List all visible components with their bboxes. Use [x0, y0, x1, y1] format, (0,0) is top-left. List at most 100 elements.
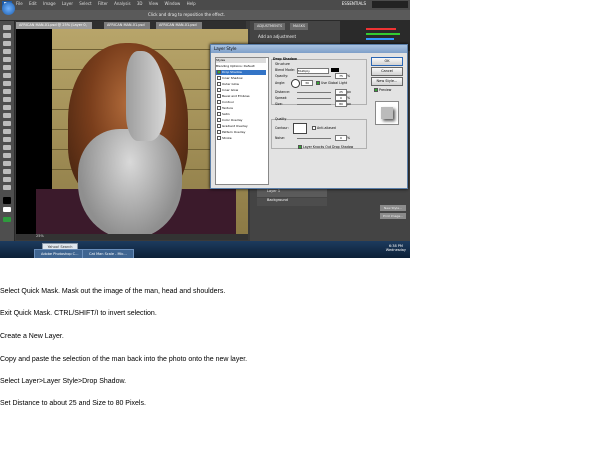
style-item[interactable]: Pattern Overlay [216, 130, 266, 135]
type-tool-icon[interactable] [3, 145, 11, 150]
style-checkbox[interactable] [217, 136, 221, 140]
noise-slider[interactable] [297, 138, 331, 139]
style-item[interactable]: Bevel and Emboss [216, 94, 266, 99]
quick-mask-icon[interactable] [3, 217, 11, 222]
opacity-field[interactable]: 75 [335, 73, 347, 79]
menu-view[interactable]: View [149, 1, 159, 6]
tab-document-2[interactable]: AFRICAN MAN-01.psd [104, 22, 150, 29]
blur-tool-icon[interactable] [3, 121, 11, 126]
style-item[interactable]: Blending Options: Default [216, 64, 266, 69]
shape-tool-icon[interactable] [3, 161, 11, 166]
brush-tool-icon[interactable] [3, 81, 11, 86]
style-checkbox[interactable] [217, 124, 221, 128]
history-brush-tool-icon[interactable] [3, 97, 11, 102]
3d-tool-icon[interactable] [3, 169, 11, 174]
spread-slider[interactable] [297, 98, 331, 99]
global-light-label: Use Global Light [321, 81, 348, 85]
eyedropper-tool-icon[interactable] [3, 65, 11, 70]
menu-window[interactable]: Window [165, 1, 181, 6]
tab-document-3[interactable]: AFRICAN MAN-01.psd [156, 22, 202, 29]
dialog-titlebar[interactable]: Layer Style [211, 45, 407, 53]
workspace-switcher[interactable]: ESSENTIALS [342, 1, 366, 6]
style-checkbox[interactable] [217, 106, 221, 110]
style-checkbox[interactable] [217, 76, 221, 80]
menu-3d[interactable]: 3D [137, 1, 143, 6]
gradient-tool-icon[interactable] [3, 113, 11, 118]
style-item[interactable]: Gradient Overlay [216, 124, 266, 129]
style-item[interactable]: Texture [216, 106, 266, 111]
layer-row-background[interactable]: Background [257, 198, 327, 206]
style-checkbox[interactable] [217, 94, 221, 98]
style-checkbox[interactable] [217, 118, 221, 122]
marquee-tool-icon[interactable] [3, 33, 11, 38]
menu-analysis[interactable]: Analysis [114, 1, 130, 6]
tab-adjustments[interactable]: ADJUSTMENTS [254, 23, 286, 30]
menu-filter[interactable]: Filter [98, 1, 108, 6]
style-checkbox[interactable] [217, 82, 221, 86]
side-new-style-button[interactable]: New Style... [380, 205, 406, 211]
angle-dial-icon[interactable] [291, 79, 300, 88]
distance-slider[interactable] [297, 92, 331, 93]
angle-field[interactable]: 30 [301, 80, 313, 86]
style-item[interactable]: Drop Shadow [216, 70, 266, 75]
style-checkbox[interactable] [217, 130, 221, 134]
noise-field[interactable]: 0 [335, 135, 347, 141]
size-slider[interactable] [297, 104, 331, 105]
menu-image[interactable]: Image [43, 1, 56, 6]
task-photoshop[interactable]: Adobe Photoshop C... [34, 249, 84, 258]
style-item[interactable]: Stroke [216, 136, 266, 141]
style-item[interactable]: Outer Glow [216, 82, 266, 87]
eraser-tool-icon[interactable] [3, 105, 11, 110]
tab-document-1[interactable]: AFRICAN MAN-01.psd @ 25% (Layer 0, RGB/8… [16, 22, 92, 34]
style-item[interactable]: Contour [216, 100, 266, 105]
contour-picker-icon[interactable] [293, 123, 307, 134]
anti-aliased-checkbox[interactable]: Anti-aliased [311, 126, 336, 130]
layer-row-1[interactable]: Layer 1 [257, 189, 327, 197]
cancel-button[interactable]: Cancel [371, 67, 403, 76]
menu-select[interactable]: Select [79, 1, 91, 6]
quick-select-tool-icon[interactable] [3, 49, 11, 54]
move-tool-icon[interactable] [3, 25, 11, 30]
zoom-tool-icon[interactable] [3, 185, 11, 190]
lasso-tool-icon[interactable] [3, 41, 11, 46]
crop-tool-icon[interactable] [3, 57, 11, 62]
preview-checkbox[interactable]: Preview [373, 88, 391, 92]
side-print-button[interactable]: Print Image... [380, 213, 406, 219]
knockout-checkbox[interactable]: Layer Knocks Out Drop Shadow [297, 145, 353, 149]
clone-tool-icon[interactable] [3, 89, 11, 94]
blend-mode-select[interactable]: Multiply [297, 68, 329, 74]
style-item-label: Stroke [222, 136, 232, 140]
style-checkbox[interactable] [217, 112, 221, 116]
style-item[interactable]: Inner Shadow [216, 76, 266, 81]
tab-masks[interactable]: MASKS [290, 23, 309, 30]
dodge-tool-icon[interactable] [3, 129, 11, 134]
menu-edit[interactable]: Edit [29, 1, 37, 6]
taskbar-clock[interactable]: 6:38 PM Wednesday [386, 244, 406, 252]
global-light-checkbox[interactable]: Use Global Light [315, 81, 347, 85]
menu-help[interactable]: Help [187, 1, 196, 6]
path-select-tool-icon[interactable] [3, 153, 11, 158]
styles-header[interactable]: Styles [216, 58, 266, 63]
style-item[interactable]: Satin [216, 112, 266, 117]
style-checkbox[interactable] [217, 100, 221, 104]
menu-file[interactable]: File [16, 1, 23, 6]
new-style-button[interactable]: New Style... [371, 77, 403, 86]
style-checkbox[interactable] [217, 70, 221, 74]
style-item[interactable]: Color Overlay [216, 118, 266, 123]
structure-label: Structure [275, 62, 290, 66]
background-color-icon[interactable] [3, 207, 11, 212]
size-field[interactable]: 80 [335, 101, 347, 107]
menu-layer[interactable]: Layer [62, 1, 73, 6]
shadow-color-swatch[interactable] [331, 68, 339, 72]
start-button-icon[interactable] [2, 2, 15, 15]
style-item[interactable]: Inner Glow [216, 88, 266, 93]
healing-tool-icon[interactable] [3, 73, 11, 78]
window-controls[interactable] [372, 1, 408, 8]
ok-button[interactable]: OK [371, 57, 403, 66]
task-word[interactable]: Cat Man Scale - Mic... [82, 249, 134, 258]
foreground-color-icon[interactable] [3, 197, 11, 204]
hand-tool-icon[interactable] [3, 177, 11, 182]
style-checkbox[interactable] [217, 88, 221, 92]
opacity-slider[interactable] [297, 76, 331, 77]
pen-tool-icon[interactable] [3, 137, 11, 142]
